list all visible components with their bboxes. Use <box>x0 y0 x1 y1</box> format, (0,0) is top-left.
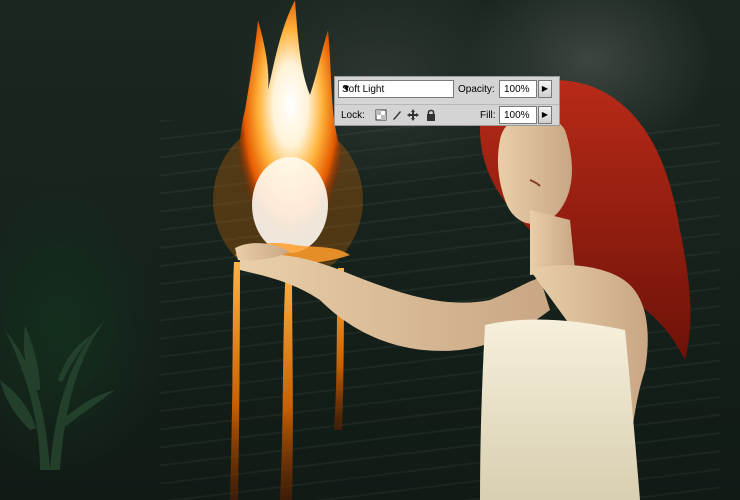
fill-slider-button[interactable]: ▶ <box>538 106 552 124</box>
lock-label: Lock: <box>341 110 365 121</box>
chevron-down-icon: ▼ <box>342 83 351 93</box>
document-canvas[interactable] <box>0 0 740 500</box>
fill-input[interactable]: 100% <box>499 106 537 124</box>
lock-fill-row: Lock: Fill: 100% ▶ <box>335 104 559 127</box>
opacity-label: Opacity: <box>458 84 495 95</box>
padlock-icon[interactable] <box>425 109 437 121</box>
blend-mode-dropdown[interactable]: Soft Light ▼ <box>338 80 454 98</box>
opacity-slider-button[interactable]: ▶ <box>538 80 552 98</box>
fill-value: 100% <box>504 110 530 121</box>
layer-options-bar: Soft Light ▼ Opacity: 100% ▶ Lock: Fill: <box>334 76 560 126</box>
fern-plant <box>0 320 115 470</box>
brush-icon[interactable] <box>391 109 403 121</box>
lock-transparent-pixels-icon[interactable] <box>375 109 387 121</box>
move-icon[interactable] <box>407 109 419 121</box>
woman-figure <box>235 80 691 500</box>
play-right-icon: ▶ <box>541 110 549 119</box>
blend-opacity-row: Soft Light ▼ Opacity: 100% ▶ <box>335 79 559 101</box>
opacity-value: 100% <box>504 84 530 95</box>
opacity-input[interactable]: 100% <box>499 80 537 98</box>
play-right-icon: ▶ <box>541 84 549 93</box>
fill-label: Fill: <box>480 110 496 121</box>
